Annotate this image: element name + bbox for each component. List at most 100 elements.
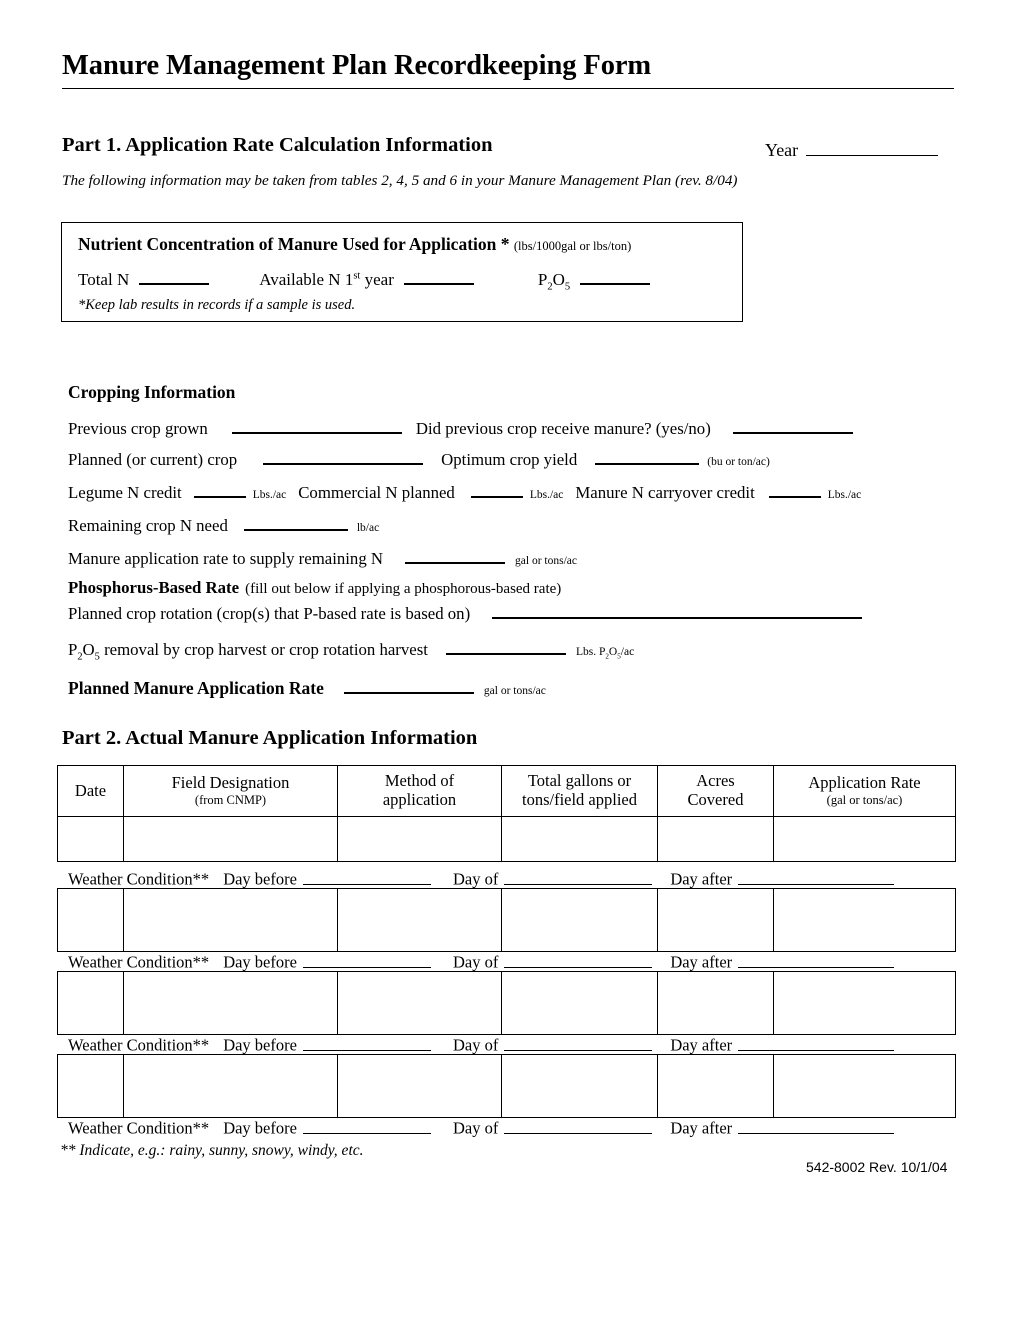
cell-date[interactable]: [57, 971, 124, 1035]
manure-n-carryover-input[interactable]: [768, 480, 821, 498]
day-of-input[interactable]: [504, 1117, 653, 1134]
commercial-n-input[interactable]: [470, 480, 523, 498]
col-header-date: Date: [57, 765, 124, 817]
weather-footnote: ** Indicate, e.g.: rainy, sunny, snowy, …: [60, 1142, 364, 1159]
cell-acres[interactable]: [657, 888, 774, 952]
p2o5-removal-units: Lbs. P2O5/ac: [575, 645, 635, 661]
col-header-date-title: Date: [74, 780, 107, 800]
p2o5-label: P2O5: [537, 270, 571, 293]
p2o5-removal-label: P2O5 removal by crop harvest or crop rot…: [68, 639, 428, 663]
cell-application-rate[interactable]: [773, 1054, 956, 1118]
col-header-acres-sub: Covered: [687, 790, 744, 809]
previous-crop-manure-label: Did previous crop receive manure? (yes/n…: [415, 418, 711, 438]
day-before-input[interactable]: [302, 1034, 431, 1051]
legume-n-credit-input[interactable]: [193, 480, 246, 498]
day-before-label: Day before: [223, 1118, 297, 1138]
remaining-n-input[interactable]: [243, 513, 348, 531]
cell-acres[interactable]: [657, 971, 774, 1035]
planned-manure-application-rate-input[interactable]: [343, 676, 474, 694]
cell-field-designation[interactable]: [123, 1054, 338, 1118]
title-divider: [62, 88, 954, 89]
year-label: Year: [765, 140, 799, 161]
table-row: [57, 971, 956, 1035]
cell-application-rate[interactable]: [773, 971, 956, 1035]
application-table-row-2: [57, 888, 956, 952]
col-header-acres-title: Acres: [696, 771, 735, 791]
remaining-n-units: lb/ac: [356, 521, 380, 534]
day-after-label: Day after: [670, 1035, 733, 1055]
day-of-input[interactable]: [504, 1034, 653, 1051]
legume-n-credit-label: Legume N credit: [68, 482, 182, 502]
previous-crop-label: Previous crop grown: [68, 418, 208, 438]
cell-acres[interactable]: [657, 816, 774, 862]
crop-rotation-label: Planned crop rotation (crop(s) that P-ba…: [68, 603, 471, 623]
col-header-acres: Acres Covered: [657, 765, 774, 817]
col-header-method-title: Method of: [384, 771, 455, 791]
day-of-label: Day of: [452, 1035, 499, 1055]
table-row: [57, 816, 956, 862]
manure-n-carryover-units: Lbs./ac: [827, 488, 862, 501]
cell-field-designation[interactable]: [123, 816, 338, 862]
cell-field-designation[interactable]: [123, 888, 338, 952]
crop-rotation-input[interactable]: [492, 601, 863, 619]
day-after-input[interactable]: [738, 1117, 895, 1134]
cell-method[interactable]: [337, 1054, 502, 1118]
cell-date[interactable]: [57, 888, 124, 952]
previous-crop-input[interactable]: [231, 416, 402, 434]
p2o5-input[interactable]: [580, 267, 651, 286]
optimum-yield-input[interactable]: [595, 447, 700, 465]
weather-condition-row-4: Weather Condition** Day before Day of Day a…: [68, 1117, 895, 1139]
cell-method[interactable]: [337, 816, 502, 862]
cell-method[interactable]: [337, 888, 502, 952]
day-after-input[interactable]: [738, 868, 895, 885]
col-header-method-sub: application: [382, 790, 457, 809]
weather-label: Weather Condition**: [68, 1118, 210, 1138]
available-n-input[interactable]: [403, 267, 474, 286]
table-row: [57, 888, 956, 952]
total-n-label: Total N: [78, 270, 130, 290]
nutrient-values-row: Total N Available N 1st year P2O5: [78, 267, 660, 293]
cell-date[interactable]: [57, 816, 124, 862]
cell-method[interactable]: [337, 971, 502, 1035]
previous-crop-manure-input[interactable]: [732, 416, 853, 434]
nutrient-box-note: *Keep lab results in records if a sample…: [78, 297, 356, 313]
p2o5-removal-row: P2O5 removal by crop harvest or crop rot…: [68, 637, 635, 663]
document-header: Manure Management Plan Recordkeeping For…: [62, 50, 954, 89]
part1-heading: Part 1. Application Rate Calculation Inf…: [62, 134, 493, 156]
day-of-label: Day of: [452, 952, 499, 972]
day-of-label: Day of: [452, 1118, 499, 1138]
p2o5-removal-input[interactable]: [445, 637, 566, 655]
nutrient-box-units: (lbs/1000gal or lbs/ton): [513, 239, 632, 253]
crop-rotation-row: Planned crop rotation (crop(s) that P-ba…: [68, 601, 863, 624]
phosphorus-based-rate-note: (fill out below if applying a phosphorou…: [245, 581, 562, 597]
cell-total[interactable]: [501, 816, 658, 862]
cell-application-rate[interactable]: [773, 888, 956, 952]
cell-application-rate[interactable]: [773, 816, 956, 862]
day-of-label: Day of: [452, 869, 499, 889]
total-n-input[interactable]: [139, 267, 210, 286]
cell-total[interactable]: [501, 971, 658, 1035]
cell-total[interactable]: [501, 1054, 658, 1118]
day-after-input[interactable]: [738, 951, 895, 968]
part2-heading: Part 2. Actual Manure Application Inform…: [62, 727, 478, 749]
col-header-field-designation: Field Designation (from CNMP): [123, 765, 338, 817]
weather-label: Weather Condition**: [68, 869, 210, 889]
day-before-input[interactable]: [302, 868, 431, 885]
year-input[interactable]: [806, 138, 939, 157]
commercial-n-units: Lbs./ac: [529, 488, 564, 501]
part1-subtitle: The following information may be taken f…: [62, 172, 738, 189]
cell-field-designation[interactable]: [123, 971, 338, 1035]
day-of-input[interactable]: [504, 868, 653, 885]
col-header-application-rate-title: Application Rate: [808, 773, 921, 793]
manure-application-rate-input[interactable]: [405, 546, 506, 564]
day-before-input[interactable]: [302, 951, 431, 968]
day-after-input[interactable]: [738, 1034, 895, 1051]
cell-acres[interactable]: [657, 1054, 774, 1118]
day-of-input[interactable]: [504, 951, 653, 968]
manure-application-rate-label: Manure application rate to supply remain…: [68, 548, 384, 568]
day-before-input[interactable]: [302, 1117, 431, 1134]
planned-crop-input[interactable]: [263, 447, 424, 465]
cell-date[interactable]: [57, 1054, 124, 1118]
remaining-n-label: Remaining crop N need: [68, 515, 228, 535]
cell-total[interactable]: [501, 888, 658, 952]
